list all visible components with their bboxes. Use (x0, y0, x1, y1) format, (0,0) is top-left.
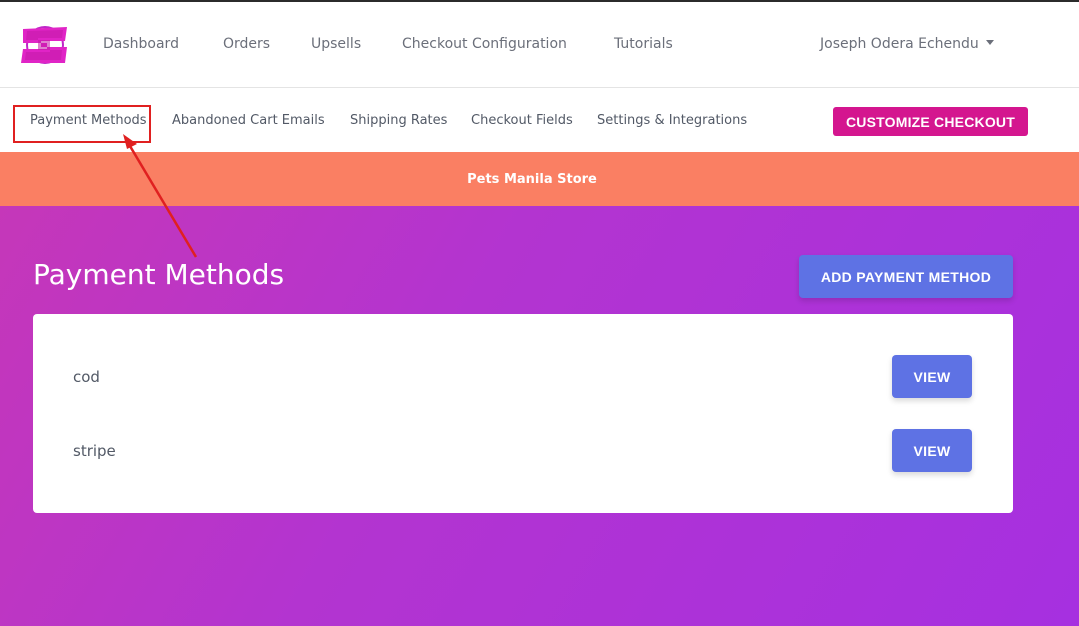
main-content: Payment Methods ADD PAYMENT METHOD cod V… (0, 206, 1079, 626)
nav-checkout-configuration[interactable]: Checkout Configuration (402, 36, 567, 52)
caret-down-icon (985, 40, 994, 45)
brand-logo-icon[interactable] (19, 25, 69, 65)
store-banner: Pets Manila Store (0, 152, 1079, 206)
add-payment-method-button[interactable]: ADD PAYMENT METHOD (799, 255, 1013, 298)
user-menu-dropdown[interactable]: Joseph Odera Echendu (820, 36, 994, 52)
sub-navbar: Payment Methods Abandoned Cart Emails Sh… (0, 88, 1079, 152)
list-item: cod VIEW (33, 355, 1013, 399)
page-title: Payment Methods (33, 258, 285, 291)
app-page: Dashboard Orders Upsells Checkout Config… (0, 0, 1079, 626)
top-navbar: Dashboard Orders Upsells Checkout Config… (0, 2, 1079, 88)
payment-method-name: cod (73, 368, 100, 386)
view-button[interactable]: VIEW (892, 355, 972, 398)
nav-orders[interactable]: Orders (223, 36, 270, 52)
view-button[interactable]: VIEW (892, 429, 972, 472)
customize-checkout-button[interactable]: CUSTOMIZE CHECKOUT (833, 107, 1028, 136)
subnav-abandoned-cart-emails[interactable]: Abandoned Cart Emails (172, 113, 325, 128)
subnav-settings-integrations[interactable]: Settings & Integrations (597, 113, 747, 128)
list-item: stripe VIEW (33, 429, 1013, 473)
nav-upsells[interactable]: Upsells (311, 36, 361, 52)
nav-tutorials[interactable]: Tutorials (614, 36, 673, 52)
annotation-highlight-box (13, 105, 151, 143)
subnav-checkout-fields[interactable]: Checkout Fields (471, 113, 573, 128)
payment-method-name: stripe (73, 442, 116, 460)
nav-dashboard[interactable]: Dashboard (103, 36, 179, 52)
user-name: Joseph Odera Echendu (820, 36, 979, 52)
store-name: Pets Manila Store (467, 171, 597, 187)
payment-methods-card: cod VIEW stripe VIEW (33, 314, 1013, 513)
subnav-shipping-rates[interactable]: Shipping Rates (350, 113, 447, 128)
